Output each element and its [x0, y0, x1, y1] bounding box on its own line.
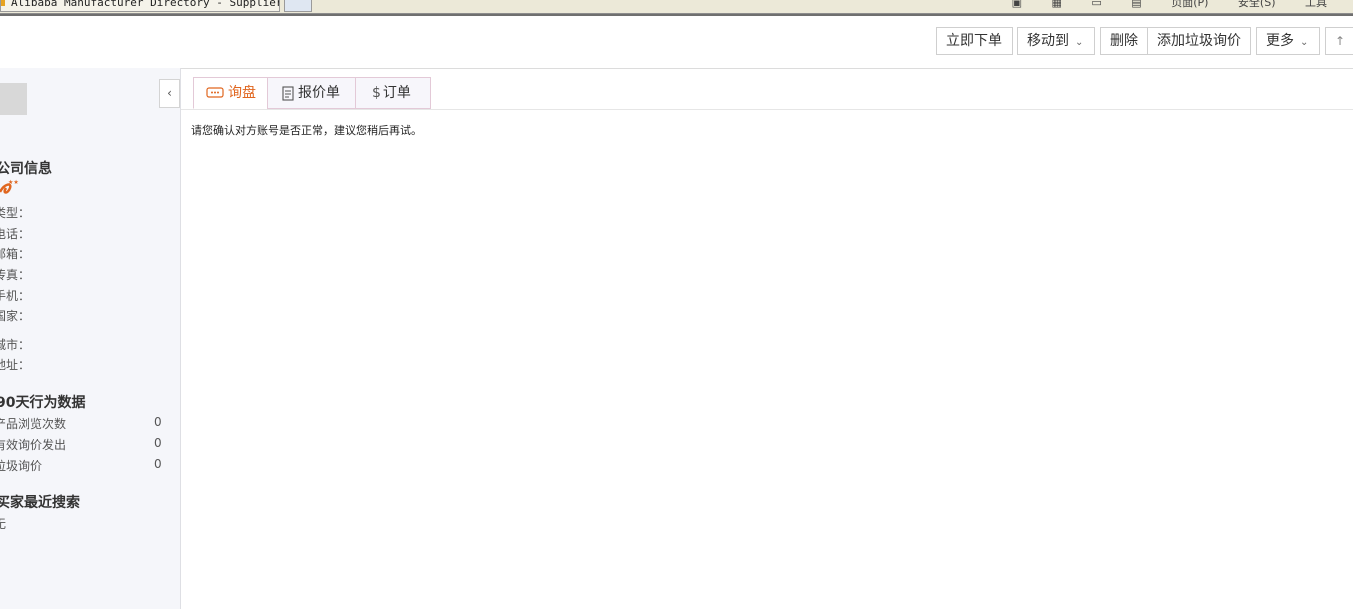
stat-value: 0 [154, 457, 162, 471]
recent-search-value: 无 [0, 517, 7, 531]
page-menu[interactable]: 页面(P) [1171, 0, 1208, 10]
add-spam-label: 添加垃圾询价 [1157, 33, 1241, 49]
recent-search-heading: 买家最近搜索 [0, 495, 80, 511]
tabs-divider [181, 109, 1353, 110]
order-now-label: 立即下单 [946, 33, 1002, 49]
document-icon [282, 85, 294, 101]
tab-orders-label: 订单 [382, 85, 411, 101]
stat-label: 有效询价发出 [0, 438, 67, 452]
field-mobile: 手机： [0, 289, 31, 303]
feeds-icon[interactable]: ▦ [1051, 0, 1061, 9]
add-spam-button[interactable]: 添加垃圾询价 [1147, 27, 1251, 55]
print-icon[interactable]: ▤ [1131, 0, 1141, 9]
chevron-down-icon: ⌄ [1300, 37, 1309, 48]
tab-quotation[interactable]: 报价单 [267, 77, 356, 109]
arrow-up-icon: ↑ [1335, 34, 1346, 48]
tab-inquiry[interactable]: 询盘 [193, 77, 268, 109]
chevron-down-icon: ⌄ [1075, 37, 1084, 48]
chevron-left-icon: ‹ [167, 86, 172, 100]
field-city: 城市： [0, 338, 31, 352]
tab-quotation-label: 报价单 [298, 85, 340, 101]
new-tab-button[interactable] [284, 0, 312, 12]
tools-menu[interactable]: 工具 [1305, 0, 1327, 10]
field-type: 类型： [0, 206, 31, 220]
avatar [0, 83, 27, 115]
field-address: 地址： [0, 358, 31, 372]
stat-label: 垃圾询价 [0, 459, 43, 473]
browser-tabstrip: Alibaba Manufacturer Directory - Supplie… [0, 0, 1353, 14]
field-fax: 传真： [0, 268, 31, 282]
delete-label: 删除 [1110, 33, 1138, 49]
stat-label: 产品浏览次数 [0, 417, 67, 431]
order-now-button[interactable]: 立即下单 [936, 27, 1013, 55]
delete-button[interactable]: 删除 [1100, 27, 1148, 55]
field-phone: 电话： [0, 227, 31, 241]
field-country: 国家： [0, 309, 31, 323]
mail-icon[interactable]: ▭ [1091, 0, 1101, 9]
safety-menu[interactable]: 安全(S) [1238, 0, 1276, 10]
tab-inquiry-label: 询盘 [228, 85, 256, 101]
buyer-info-sidebar: ‹ 公司信息 ★★ 类型： 电话： 邮箱： 传真： 手机： 国家： 城市： 地址… [0, 68, 181, 609]
field-email: 邮箱： [0, 247, 31, 261]
scroll-top-button[interactable]: ↑ [1325, 27, 1353, 55]
collapse-sidebar-button[interactable]: ‹ [159, 79, 180, 108]
behavior-data-heading: 90天行为数据 [0, 395, 86, 411]
browser-tab-title: Alibaba Manufacturer Directory - Supplie… [11, 0, 280, 9]
action-toolbar: 立即下单 移动到 ⌄ 删除 添加垃圾询价 更多 ⌄ ↑ [0, 16, 1353, 69]
alibaba-logo-icon: ★★ [0, 179, 19, 194]
move-to-button[interactable]: 移动到 ⌄ [1017, 27, 1095, 55]
browser-toolbar: ▣ ▦ ▭ ▤ 页面(P) 安全(S) 工具 [1012, 0, 1353, 12]
chat-bubble-icon [206, 87, 224, 98]
more-label: 更多 [1266, 33, 1294, 49]
company-info-heading: 公司信息 [0, 161, 52, 177]
dollar-icon: $ [372, 85, 381, 101]
status-message: 请您确认对方账号是否正常，建议您稍后再试。 [191, 124, 422, 137]
favicon-icon [1, 0, 5, 6]
stat-value: 0 [154, 436, 162, 450]
browser-tab[interactable]: Alibaba Manufacturer Directory - Supplie… [0, 0, 280, 12]
svg-text:★★: ★★ [8, 179, 19, 186]
stat-value: 0 [154, 415, 162, 429]
move-to-label: 移动到 [1027, 33, 1069, 49]
more-button[interactable]: 更多 ⌄ [1256, 27, 1320, 55]
home-icon[interactable]: ▣ [1012, 0, 1022, 9]
tab-orders[interactable]: $ 订单 [355, 77, 431, 109]
